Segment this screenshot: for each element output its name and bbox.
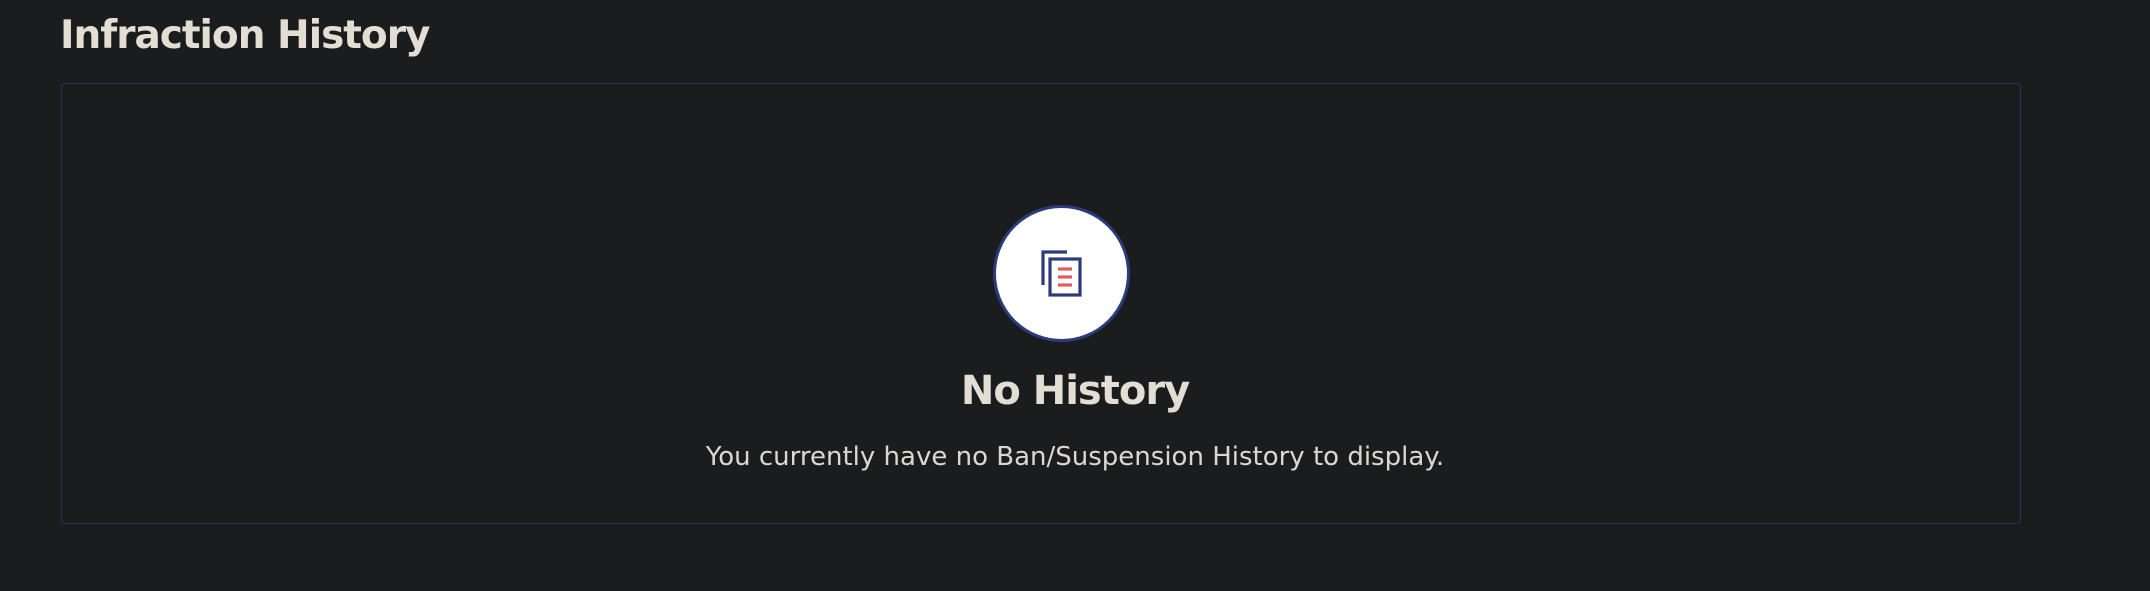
empty-state-title: No History [960, 368, 1190, 414]
documents-icon [1041, 250, 1082, 297]
empty-state-icon-badge [993, 205, 1130, 342]
empty-state-message: You currently have no Ban/Suspension His… [705, 442, 1445, 472]
section-title: Infraction History [60, 13, 430, 58]
